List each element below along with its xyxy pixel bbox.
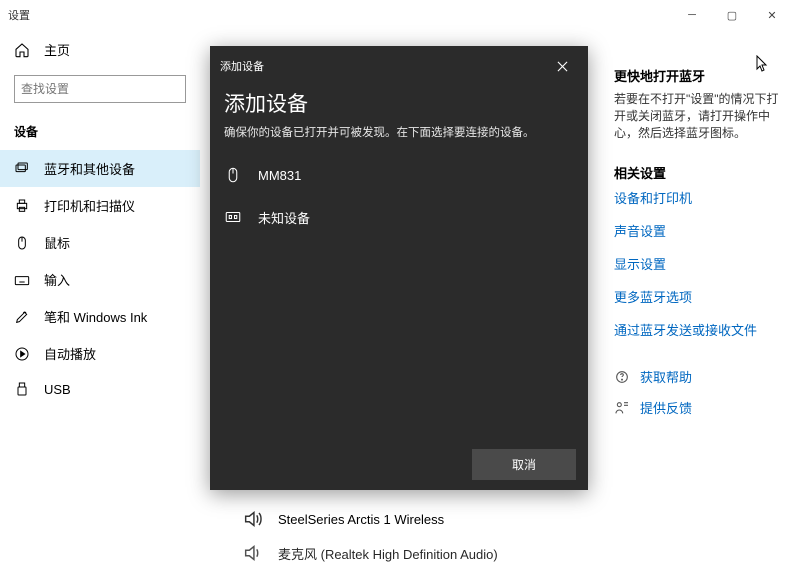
link-sound[interactable]: 声音设置 — [614, 221, 784, 240]
nav-label: 打印机和扫描仪 — [44, 196, 135, 215]
right-column: 更快地打开蓝牙 若要在不打开"设置"的情况下打开或关闭蓝牙，请打开操作中心，然后… — [614, 66, 784, 429]
pen-icon — [14, 309, 30, 325]
device-option-mm831[interactable]: MM831 — [210, 154, 588, 196]
sidebar: 主页 设备 蓝牙和其他设备 打印机和扫描仪 鼠标 输入 笔和 Windows I… — [0, 30, 200, 557]
search-input-wrap[interactable] — [14, 75, 186, 103]
help-icon — [614, 369, 630, 385]
maximize-button[interactable]: ▢ — [712, 0, 752, 30]
nav-pen[interactable]: 笔和 Windows Ink — [0, 298, 200, 335]
nav-label: 鼠标 — [44, 233, 70, 252]
printer-icon — [14, 198, 30, 214]
right-heading-quick: 更快地打开蓝牙 — [614, 66, 784, 85]
autoplay-icon — [14, 346, 30, 362]
link-send-receive[interactable]: 通过蓝牙发送或接收文件 — [614, 320, 784, 339]
bg-device-row[interactable]: SteelSeries Arctis 1 Wireless — [242, 502, 498, 536]
speaker-icon — [242, 508, 264, 530]
link-display[interactable]: 显示设置 — [614, 254, 784, 273]
nav-bluetooth[interactable]: 蓝牙和其他设备 — [0, 150, 200, 187]
right-desc: 若要在不打开"设置"的情况下打开或关闭蓝牙，请打开操作中心，然后选择蓝牙图标。 — [614, 91, 784, 141]
nav-label: USB — [44, 382, 71, 397]
cancel-button[interactable]: 取消 — [472, 449, 576, 480]
dialog-caption: 添加设备 — [220, 58, 546, 74]
feedback-label: 提供反馈 — [640, 398, 692, 417]
dialog-close-button[interactable] — [546, 54, 578, 78]
close-window-button[interactable]: ✕ — [752, 0, 792, 30]
unknown-device-icon — [224, 206, 242, 228]
link-more-bluetooth[interactable]: 更多蓝牙选项 — [614, 287, 784, 306]
bg-device-label: 麦克风 (Realtek High Definition Audio) — [278, 544, 498, 563]
home-label: 主页 — [44, 40, 70, 59]
background-device-list: SteelSeries Arctis 1 Wireless 麦克风 (Realt… — [242, 502, 498, 570]
feedback-icon — [614, 400, 630, 416]
nav-label: 蓝牙和其他设备 — [44, 159, 135, 178]
add-device-dialog: 添加设备 添加设备 确保你的设备已打开并可被发现。在下面选择要连接的设备。 MM… — [210, 46, 588, 490]
link-devices-printers[interactable]: 设备和打印机 — [614, 188, 784, 207]
home-link[interactable]: 主页 — [0, 32, 200, 67]
nav-autoplay[interactable]: 自动播放 — [0, 335, 200, 372]
nav-label: 输入 — [44, 270, 70, 289]
bg-device-label: SteelSeries Arctis 1 Wireless — [278, 512, 444, 527]
mouse-icon — [224, 164, 242, 186]
device-name: 未知设备 — [258, 208, 310, 227]
section-heading: 设备 — [0, 117, 200, 150]
search-input[interactable] — [15, 78, 182, 100]
feedback-link[interactable]: 提供反馈 — [614, 398, 784, 417]
dialog-subtitle: 确保你的设备已打开并可被发现。在下面选择要连接的设备。 — [210, 122, 588, 154]
device-option-unknown[interactable]: 未知设备 — [210, 196, 588, 238]
help-label: 获取帮助 — [640, 367, 692, 386]
nav-mouse[interactable]: 鼠标 — [0, 224, 200, 261]
minimize-button[interactable]: ─ — [672, 0, 712, 30]
close-icon — [557, 61, 568, 72]
dialog-title: 添加设备 — [210, 78, 588, 122]
speaker-icon — [242, 542, 264, 564]
device-name: MM831 — [258, 168, 301, 183]
nav-usb[interactable]: USB — [0, 372, 200, 406]
get-help-link[interactable]: 获取帮助 — [614, 367, 784, 386]
usb-icon — [14, 381, 30, 397]
mouse-icon — [14, 235, 30, 251]
nav-label: 自动播放 — [44, 344, 96, 363]
home-icon — [14, 42, 30, 58]
nav-typing[interactable]: 输入 — [0, 261, 200, 298]
keyboard-icon — [14, 272, 30, 288]
nav-printers[interactable]: 打印机和扫描仪 — [0, 187, 200, 224]
nav-label: 笔和 Windows Ink — [44, 307, 147, 326]
right-heading-related: 相关设置 — [614, 163, 784, 182]
window-title: 设置 — [8, 7, 30, 23]
bg-device-row[interactable]: 麦克风 (Realtek High Definition Audio) — [242, 536, 498, 570]
bluetooth-devices-icon — [14, 161, 30, 177]
